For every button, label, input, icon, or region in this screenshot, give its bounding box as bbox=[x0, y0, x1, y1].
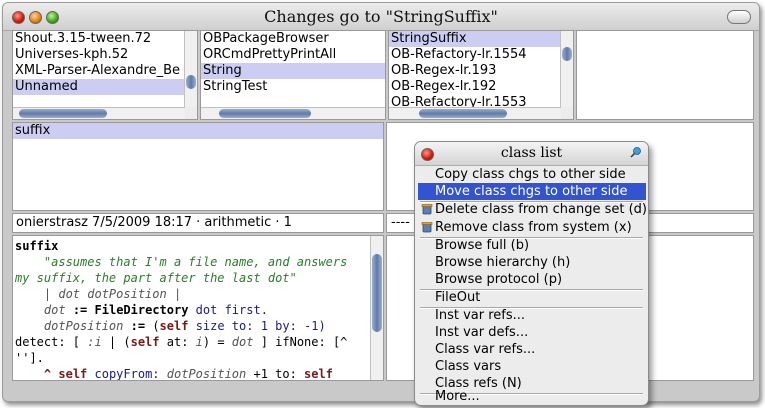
code-token: ) = bbox=[202, 335, 232, 349]
list-item[interactable]: Universes-kph.52 bbox=[13, 47, 185, 63]
class-items: OBPackageBrowser ORCmdPrettyPrintAll Str… bbox=[201, 31, 385, 95]
scroll-thumb[interactable] bbox=[219, 109, 311, 118]
menu-item-remove-class-from-system[interactable]: Remove class from system (x) bbox=[418, 219, 646, 236]
code-token: copyFrom: bbox=[87, 367, 167, 381]
horizontal-scrollbar[interactable] bbox=[389, 107, 561, 119]
code-comment: my suffix, the part after the last dot" bbox=[15, 271, 297, 285]
code-token: self bbox=[58, 367, 88, 381]
other-changeset-items: StringSuffix OB-Refactory-lr.1554 OB-Reg… bbox=[389, 31, 561, 111]
scroll-thumb[interactable] bbox=[562, 47, 572, 61]
scroll-corner bbox=[561, 107, 573, 119]
code-pane[interactable]: suffix "assumes that I'm a file name, an… bbox=[12, 235, 384, 381]
pin-icon[interactable] bbox=[629, 147, 641, 159]
menu-close-button[interactable] bbox=[421, 148, 434, 161]
code-token: := bbox=[72, 303, 88, 317]
menu-item-move-class-changes[interactable]: Move class chgs to other side bbox=[418, 183, 646, 200]
code-token: dotPosition bbox=[166, 367, 247, 381]
menu-item-label: Remove class from system (x) bbox=[435, 220, 632, 235]
code-token: dot bbox=[43, 303, 66, 317]
menu-item-browse-full[interactable]: Browse full (b) bbox=[418, 237, 646, 254]
class-list[interactable]: OBPackageBrowser ORCmdPrettyPrintAll Str… bbox=[200, 30, 386, 120]
window-title: Changes go to "StringSuffix" bbox=[264, 7, 498, 26]
menu-item-inst-var-refs[interactable]: Inst var refs... bbox=[418, 307, 646, 324]
list-item-selected[interactable]: String bbox=[201, 63, 385, 79]
window-titlebar[interactable]: Changes go to "StringSuffix" bbox=[3, 3, 759, 31]
code-token: self bbox=[130, 335, 160, 349]
code-token: dot first. bbox=[195, 303, 268, 317]
list-item[interactable]: Shout.3.15-tween.72 bbox=[13, 31, 185, 47]
scroll-thumb[interactable] bbox=[419, 109, 507, 118]
list-item[interactable]: ORCmdPrettyPrintAll bbox=[201, 47, 385, 63]
version-info-text: onierstrasz 7/5/2009 18:17 · arithmetic … bbox=[16, 215, 292, 230]
code-token: :i bbox=[87, 335, 102, 349]
version-info-bar: onierstrasz 7/5/2009 18:17 · arithmetic … bbox=[12, 213, 384, 233]
list-item[interactable]: OB-Refactory-lr.1554 bbox=[389, 47, 561, 63]
menu-item-class-vars[interactable]: Class vars bbox=[418, 358, 646, 375]
horizontal-scrollbar[interactable] bbox=[13, 107, 185, 119]
code-token: self bbox=[159, 319, 189, 333]
code-token: ] ifNone: [^ bbox=[253, 335, 348, 349]
code-token: | ( bbox=[101, 335, 131, 349]
changeset-items: Shout.3.15-tween.72 Universes-kph.52 XML… bbox=[13, 31, 185, 95]
scroll-thumb[interactable] bbox=[186, 75, 196, 89]
code-token: self bbox=[304, 367, 333, 381]
code-selector: suffix bbox=[15, 239, 59, 253]
trash-icon bbox=[421, 222, 433, 233]
scroll-thumb[interactable] bbox=[19, 109, 107, 118]
menu-item-delete-class-from-changeset[interactable]: Delete class from change set (d) bbox=[418, 201, 648, 218]
list-item[interactable]: StringTest bbox=[201, 79, 385, 95]
code-token: dot bbox=[231, 335, 254, 349]
code-token: at: bbox=[159, 335, 196, 349]
code-token: i bbox=[195, 335, 203, 349]
list-item-selected[interactable]: StringSuffix bbox=[389, 31, 561, 47]
horizontal-scrollbar[interactable] bbox=[201, 107, 385, 119]
menu-item-label: Delete class from change set (d) bbox=[435, 202, 648, 217]
code-token: ^ bbox=[43, 367, 52, 381]
list-item[interactable]: OB-Regex-lr.192 bbox=[389, 79, 561, 95]
code-token: FileDirectory bbox=[94, 303, 189, 317]
method-source[interactable]: suffix "assumes that I'm a file name, an… bbox=[15, 238, 348, 381]
menu-title: class list bbox=[415, 142, 648, 166]
code-token: dotPosition bbox=[43, 319, 124, 333]
code-token: size to: 1 by: -1) bbox=[195, 319, 326, 333]
menu-item-inst-var-defs[interactable]: Inst var defs... bbox=[418, 324, 646, 341]
left-changeset-list[interactable]: Shout.3.15-tween.72 Universes-kph.52 XML… bbox=[12, 30, 198, 120]
vertical-scrollbar[interactable] bbox=[370, 236, 383, 380]
list-item[interactable]: XML-Parser-Alexandre_Be bbox=[13, 63, 185, 79]
vertical-scrollbar[interactable] bbox=[560, 31, 573, 108]
list-item[interactable]: OBPackageBrowser bbox=[201, 31, 385, 47]
menu-item-more[interactable]: More... bbox=[418, 388, 646, 405]
menu-item-copy-class-changes[interactable]: Copy class chgs to other side bbox=[418, 166, 646, 183]
list-item-selected[interactable]: suffix bbox=[13, 123, 383, 139]
menu-item-browse-hierarchy[interactable]: Browse hierarchy (h) bbox=[418, 254, 646, 271]
right-info-text: ---- bbox=[391, 215, 410, 230]
scroll-corner bbox=[185, 107, 197, 119]
menu-item-browse-protocol[interactable]: Browse protocol (p) bbox=[418, 271, 646, 288]
code-token: '']. bbox=[15, 351, 44, 365]
right-changeset-list[interactable]: StringSuffix OB-Refactory-lr.1554 OB-Reg… bbox=[388, 30, 574, 120]
list-item-selected[interactable]: Unnamed bbox=[13, 79, 185, 95]
right-class-list[interactable] bbox=[576, 30, 754, 120]
method-items: suffix bbox=[13, 123, 383, 139]
class-list-menu: class list Copy class chgs to other side… bbox=[414, 141, 649, 406]
scroll-thumb[interactable] bbox=[372, 254, 382, 332]
code-token: +1 to: bbox=[246, 367, 305, 381]
method-list[interactable]: suffix bbox=[12, 122, 384, 211]
menu-item-fileout[interactable]: FileOut bbox=[418, 289, 646, 306]
code-token: detect: [ bbox=[15, 335, 88, 349]
code-temps: | dot dotPosition | bbox=[43, 287, 182, 301]
vertical-scrollbar[interactable] bbox=[184, 31, 197, 108]
trash-icon bbox=[421, 204, 433, 215]
code-token: ( bbox=[152, 319, 160, 333]
code-comment: "assumes that I'm a file name, and answe… bbox=[43, 255, 348, 269]
menu-item-class-var-refs[interactable]: Class var refs... bbox=[418, 341, 646, 358]
collapse-window-button[interactable] bbox=[727, 10, 751, 24]
code-token: := bbox=[130, 319, 146, 333]
list-item[interactable]: OB-Regex-lr.193 bbox=[389, 63, 561, 79]
